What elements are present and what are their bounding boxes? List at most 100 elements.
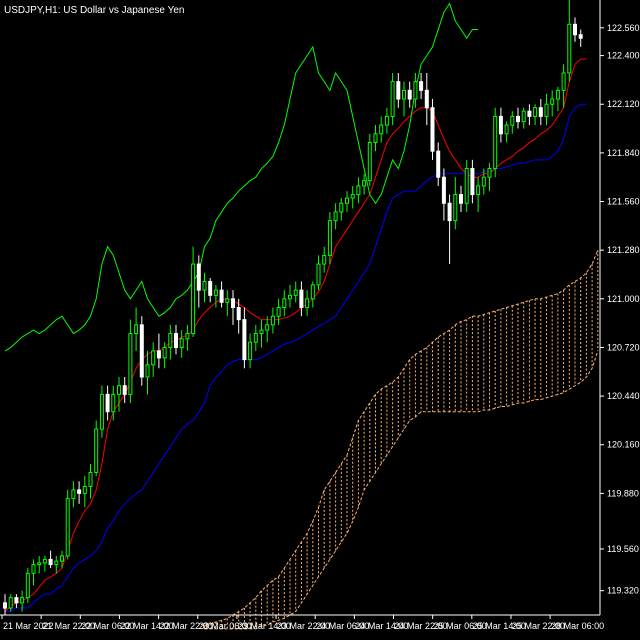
candle-body [453,194,458,222]
candle-body [470,168,475,196]
candle-body [3,602,7,609]
candle [65,489,70,560]
candle-body [25,572,30,599]
candle-body [413,81,418,100]
candle-body [430,107,435,152]
chart-title: USDJPY,H1: US Dollar vs Japanese Yen [4,5,185,16]
candle-body [567,23,572,74]
price-tick-label: 122.400 [607,51,640,61]
candle-body [54,560,59,566]
candle-body [191,263,196,335]
candle-body [424,89,429,109]
candle-body [441,176,446,204]
candle-body [533,107,538,117]
candle-body [134,324,139,335]
candle-body [145,364,150,378]
candle-body [88,472,93,487]
candle-body [316,263,321,286]
candle-body [105,393,110,413]
candle-body [42,558,47,564]
candle-body [248,341,253,361]
candle-body [71,489,76,500]
candle-body [60,555,64,562]
candle-body [327,220,332,256]
candle-body [447,202,452,222]
price-tick-label: 122.120 [607,99,640,109]
candle-body [356,185,361,196]
candle-body [578,34,583,39]
price-tick-label: 120.160 [607,440,640,450]
candle-body [527,110,532,117]
candle-body [390,81,395,117]
price-tick-label: 121.000 [607,294,640,304]
candle-body [31,564,36,574]
candle-body [487,168,492,178]
candle-body [550,98,555,105]
price-tick-label: 121.840 [607,148,640,158]
candle-body [419,81,424,91]
price-tick-label: 119.560 [607,544,639,554]
candle-body [208,280,213,296]
candle-body [521,110,526,123]
candle-body [293,289,298,296]
candle-body [162,346,167,359]
candle-body [14,597,19,604]
candle-body [151,350,156,366]
candle-body [202,280,207,291]
candle-body [65,498,70,557]
candle-body [37,562,42,566]
candle-body [402,89,406,100]
candle-body [555,89,560,100]
candle-body [305,298,310,309]
candle-body [48,558,53,566]
candle-body [510,115,515,126]
candle-body [128,333,133,395]
candle-body [174,333,178,348]
candle [430,99,435,160]
candle-body [573,23,577,36]
candle-body [367,141,372,182]
candle-body [94,428,99,474]
candle-body [345,197,349,204]
candle-body [117,385,121,395]
candle-body [259,329,264,335]
candle-body [99,393,104,430]
candle-body [379,124,384,135]
candle-body [265,324,270,331]
candle-body [407,89,412,100]
candle-body [476,185,481,196]
candle-body [561,72,566,91]
candle-body [373,133,378,143]
candle-body [196,263,201,291]
price-tick-label: 122.560 [607,23,640,33]
candle-body [459,194,463,204]
candle-body [253,333,258,343]
candle-body [219,289,224,303]
candle-body [362,180,367,187]
candle-body [179,338,184,348]
candle-body [139,324,144,378]
price-tick-label: 120.720 [607,342,640,352]
candle-body [185,333,190,340]
candle [25,568,30,603]
candle-body [516,115,520,123]
time-tick-label: 28 Mar 06:00 [551,621,604,631]
candle-body [481,176,486,187]
candle-body [225,298,230,303]
candle-body [288,294,292,300]
candle-body [8,597,13,609]
price-tick-label: 121.560 [607,197,640,207]
candle-body [350,194,355,199]
candle-body [20,597,25,604]
candle-body [111,393,116,413]
candle-body [464,168,469,204]
candle-body [122,385,127,395]
price-chart[interactable]: 122.560 122.400 122.120 121.840 121.560 121.2… [0,0,640,640]
price-tick-label: 121.280 [607,245,640,255]
candle-body [436,150,441,178]
candle-body [538,107,543,117]
candle-body [299,289,304,308]
candle [94,420,99,477]
candle-body [168,333,173,348]
candle-body [310,284,315,300]
